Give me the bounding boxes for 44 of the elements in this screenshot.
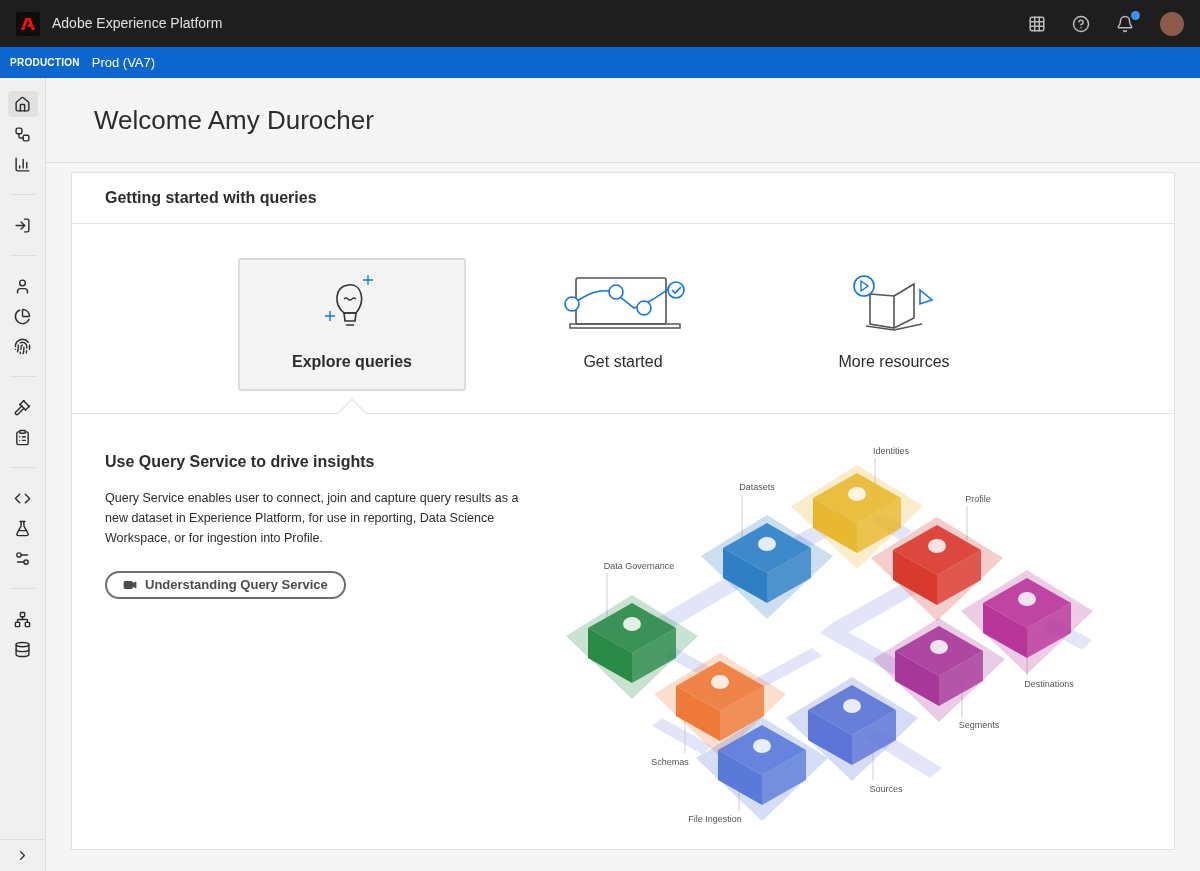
video-button[interactable]: Understanding Query Service <box>105 571 346 599</box>
video-camera-icon <box>123 578 137 592</box>
card-title: Getting started with queries <box>105 188 317 208</box>
bar-chart-icon <box>14 155 31 173</box>
diagram-label: Destinations <box>1024 679 1074 690</box>
apps-icon <box>1028 14 1046 33</box>
diagram-label: Profile <box>965 494 991 505</box>
diagram-label: Data Governance <box>603 561 675 572</box>
notifications-button[interactable] <box>1116 14 1134 33</box>
diagram-label: Identities <box>873 446 909 457</box>
avatar[interactable] <box>1160 11 1184 36</box>
home-icon <box>14 95 31 113</box>
logo-icon <box>16 11 40 36</box>
hierarchy-icon <box>14 610 31 628</box>
option-tile[interactable]: Get started <box>509 258 737 391</box>
clipboard-list-icon <box>14 428 31 446</box>
help-icon <box>1072 14 1090 33</box>
option-tile[interactable]: Explore queries <box>238 258 466 391</box>
pie-chart-icon <box>14 307 31 325</box>
help-button[interactable] <box>1072 14 1090 33</box>
diagram-label: File Ingestion <box>688 814 742 825</box>
diagram-label: Datasets <box>739 482 775 493</box>
diagram-label: Schemas <box>651 757 689 768</box>
book-play-icon <box>852 274 936 332</box>
sign-in-icon <box>14 216 31 234</box>
fingerprint-icon <box>14 337 31 355</box>
flow-icon <box>14 125 31 143</box>
person-icon <box>14 277 31 295</box>
database-icon <box>14 640 31 658</box>
section-description: Query Service enables user to connect, join and capture query results as a new dataset in Experience Platform, for use in reporting, Data Science Workspace, or for ingestion into Profile. <box>105 490 520 547</box>
section-title: Use Query Service to drive insights <box>105 452 375 472</box>
page-title: Welcome Amy Durocher <box>94 103 374 137</box>
apps-button[interactable] <box>1028 14 1046 33</box>
flask-icon <box>14 519 31 537</box>
option-tile[interactable]: More resources <box>780 258 1008 391</box>
environment-label: PRODUCTION <box>10 56 80 70</box>
settings-icon <box>14 549 31 567</box>
gavel-icon <box>14 398 31 416</box>
app-title: Adobe Experience Platform <box>52 14 223 33</box>
sandbox-name[interactable]: Prod (VA7) <box>91 52 156 73</box>
home-nav-button[interactable] <box>7 91 38 117</box>
diagram-label: Segments <box>958 720 1000 731</box>
bell-icon <box>1116 14 1134 33</box>
diagram-label: Sources <box>869 784 903 795</box>
